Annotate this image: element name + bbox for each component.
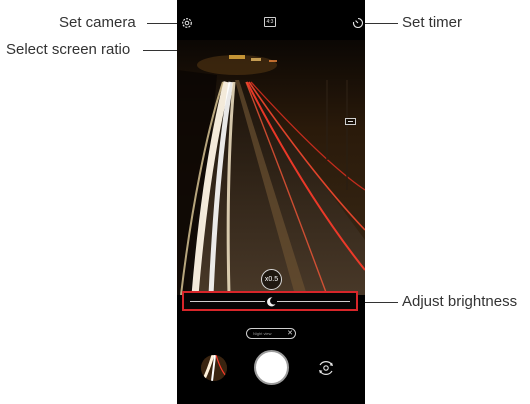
moon-icon [265, 296, 277, 308]
settings-button[interactable] [180, 16, 194, 30]
brightness-slider-thumb[interactable] [265, 295, 277, 308]
hdr-icon[interactable] [345, 118, 356, 125]
screen-ratio-button[interactable]: 4:3 [264, 17, 278, 31]
night-road-photo [177, 40, 365, 295]
callout-line-set-camera [147, 23, 179, 24]
zoom-button[interactable]: x0.5 [261, 269, 282, 290]
callout-set-timer: Set timer [402, 14, 463, 31]
brightness-slider[interactable] [182, 291, 358, 311]
switch-camera-icon [319, 361, 333, 375]
gear-icon [182, 18, 192, 28]
timer-icon [352, 17, 364, 29]
shutter-button[interactable] [254, 350, 289, 385]
callout-select-screen-ratio: Select screen ratio [6, 41, 131, 58]
phone-screen: 4:3 x0.5 Night view ✕ [177, 0, 365, 404]
callout-line-set-timer [362, 23, 398, 24]
mode-chip-label: Night view [253, 331, 272, 336]
timer-button[interactable] [351, 16, 365, 30]
close-icon[interactable]: ✕ [286, 329, 294, 338]
camera-top-bar: 4:3 [177, 0, 365, 40]
mode-chip[interactable]: Night view ✕ [246, 328, 296, 339]
callout-set-camera: Set camera [59, 14, 136, 31]
switch-camera-button[interactable] [317, 359, 335, 377]
camera-viewfinder[interactable]: x0.5 [177, 40, 365, 295]
aspect-ratio-icon: 4:3 [264, 17, 276, 27]
callout-adjust-brightness: Adjust brightness [402, 293, 518, 310]
gallery-thumbnail[interactable] [201, 355, 227, 381]
gallery-thumbnail-image [201, 355, 227, 381]
camera-bottom-controls: Night view ✕ [177, 311, 365, 404]
